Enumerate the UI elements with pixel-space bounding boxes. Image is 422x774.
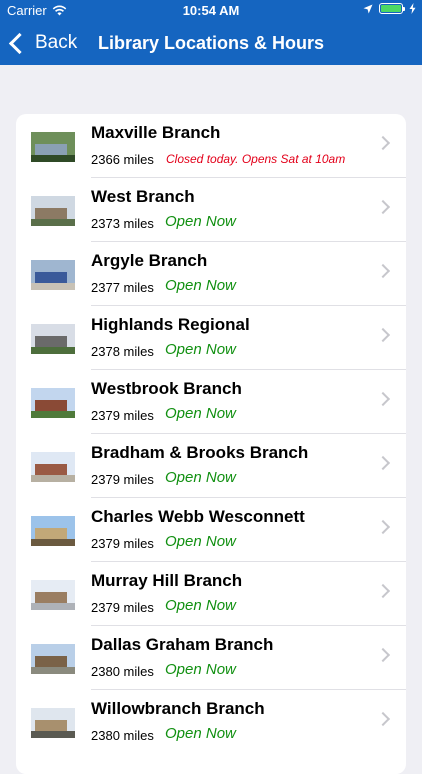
branch-distance: 2379 miles <box>91 600 154 615</box>
branch-distance: 2380 miles <box>91 664 154 679</box>
branch-photo <box>31 260 75 290</box>
branch-distance: 2377 miles <box>91 280 154 295</box>
branch-photo-image <box>31 516 75 546</box>
branch-row[interactable]: Argyle Branch 2377 miles Open Now <box>16 242 406 306</box>
branch-name: Bradham & Brooks Branch <box>91 443 309 462</box>
branch-row[interactable]: Willowbranch Branch 2380 miles Open Now <box>16 690 406 754</box>
branch-distance: 2366 miles <box>91 152 154 167</box>
chevron-right-icon <box>375 455 391 471</box>
chevron-right-icon <box>375 263 391 279</box>
branch-hours-status: Open Now <box>165 469 236 486</box>
branch-name: Charles Webb Wesconnett <box>91 507 305 526</box>
branch-row[interactable]: Dallas Graham Branch 2380 miles Open Now <box>16 626 406 690</box>
branch-row[interactable]: Bradham & Brooks Branch 2379 miles Open No… <box>16 434 406 498</box>
branch-photo-image <box>31 196 75 226</box>
branch-row[interactable]: West Branch 2373 miles Open Now <box>16 178 406 242</box>
chevron-right-icon <box>375 135 391 151</box>
location-arrow-icon <box>363 4 373 13</box>
branch-photo <box>31 644 75 674</box>
navigation-bar: Back Library Locations & Hours <box>0 21 422 65</box>
branch-photo-image <box>31 260 75 290</box>
branch-distance: 2379 miles <box>91 408 154 423</box>
branch-hours-status: Open Now <box>165 533 236 550</box>
chevron-right-icon <box>375 199 391 215</box>
page-title-text: Library Locations & Hours <box>97 33 325 53</box>
branch-photo-image <box>31 132 75 162</box>
branch-hours-status: Open Now <box>165 661 236 678</box>
branch-photo <box>31 580 75 610</box>
branch-name: Maxville Branch <box>91 123 221 142</box>
branch-photo <box>31 388 75 418</box>
branch-hours-status: Open Now <box>165 213 236 230</box>
branch-name: West Branch <box>91 187 195 206</box>
branch-distance: 2373 miles <box>91 216 154 231</box>
status-right-group <box>363 3 416 14</box>
branch-photo-image <box>31 644 75 674</box>
branch-distance: 2379 miles <box>91 536 154 551</box>
chevron-right-icon <box>375 647 391 663</box>
branch-hours-status: Open Now <box>165 277 236 294</box>
branch-distance: 2379 miles <box>91 472 154 487</box>
branch-distance: 2378 miles <box>91 344 154 359</box>
branch-distance: 2380 miles <box>91 728 154 743</box>
branch-row[interactable]: Murray Hill Branch 2379 miles Open Now <box>16 562 406 626</box>
branch-hours-status: Open Now <box>165 725 236 742</box>
chevron-right-icon <box>375 519 391 535</box>
branch-name: Westbrook Branch <box>91 379 242 398</box>
branch-name: Willowbranch Branch <box>91 699 265 718</box>
branch-photo <box>31 452 75 482</box>
branch-photo <box>31 196 75 226</box>
branch-photo-image <box>31 452 75 482</box>
branch-hours-status: Open Now <box>165 341 236 358</box>
status-bar: Carrier 10:54 AM <box>0 0 422 21</box>
chevron-right-icon <box>375 711 391 727</box>
chevron-right-icon <box>375 583 391 599</box>
page-title: Library Locations & Hours <box>0 21 422 65</box>
branch-photo <box>31 708 75 738</box>
branch-row[interactable]: Charles Webb Wesconnett 2379 miles Open No… <box>16 498 406 562</box>
chevron-right-icon <box>375 391 391 407</box>
branch-name: Highlands Regional <box>91 315 250 334</box>
branch-list: Maxville Branch 2366 miles Closed today. O… <box>16 114 406 774</box>
branch-name: Murray Hill Branch <box>91 571 243 590</box>
branch-row[interactable]: Westbrook Branch 2379 miles Open Now <box>16 370 406 434</box>
branch-hours-status: Open Now <box>165 405 236 422</box>
branch-name: Dallas Graham Branch <box>91 635 274 654</box>
branch-row[interactable]: Highlands Regional 2378 miles Open Now <box>16 306 406 370</box>
branch-photo <box>31 324 75 354</box>
branch-hours-status: Closed today. Opens Sat at 10am <box>166 152 346 166</box>
branch-photo-image <box>31 580 75 610</box>
branch-photo <box>31 516 75 546</box>
branch-photo-image <box>31 324 75 354</box>
branch-row[interactable]: Maxville Branch 2366 miles Closed today. O… <box>16 114 406 178</box>
clock: 10:54 AM <box>182 3 240 18</box>
charging-bolt-icon <box>409 3 416 14</box>
branch-photo-image <box>31 388 75 418</box>
chevron-right-icon <box>375 327 391 343</box>
branch-photo-image <box>31 708 75 738</box>
battery-icon <box>379 3 405 14</box>
branch-photo <box>31 132 75 162</box>
branch-hours-status: Open Now <box>165 597 236 614</box>
branch-name: Argyle Branch <box>91 251 208 270</box>
